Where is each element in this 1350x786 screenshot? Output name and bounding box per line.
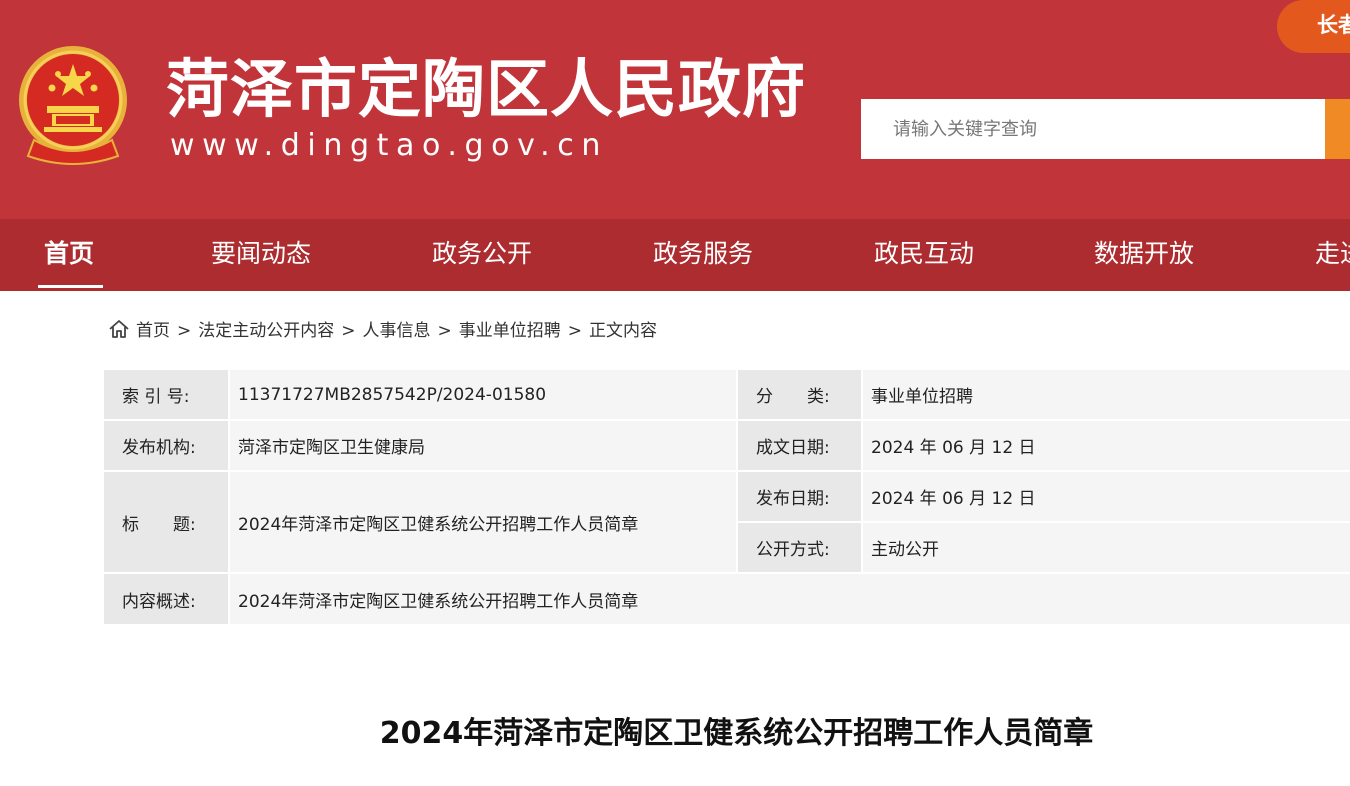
- home-icon: [109, 320, 129, 338]
- disclosure-method-value: 主动公开: [863, 523, 1350, 572]
- elder-mode-button[interactable]: 长者: [1277, 0, 1350, 53]
- breadcrumb-home[interactable]: 首页: [136, 321, 170, 341]
- article-title: 2024年菏泽市定陶区卫健系统公开招聘工作人员简章: [379, 716, 1094, 751]
- category-label: 分 类:: [738, 370, 861, 419]
- nav-item-interaction[interactable]: 政民互动: [874, 219, 974, 291]
- breadcrumb-separator: >: [437, 321, 452, 341]
- breadcrumb: 首页 > 法定主动公开内容 > 人事信息 > 事业单位招聘 > 正文内容: [108, 316, 657, 346]
- publish-date-value: 2024 年 06 月 12 日: [863, 472, 1350, 521]
- nav-item-news[interactable]: 要闻动态: [211, 219, 311, 291]
- breadcrumb-personnel-info[interactable]: 人事信息: [363, 321, 431, 341]
- summary-value: 2024年菏泽市定陶区卫健系统公开招聘工作人员简章: [230, 574, 1350, 624]
- nav-item-gov-services[interactable]: 政务服务: [653, 219, 753, 291]
- title-label: 标 题:: [104, 472, 228, 572]
- nav-item-home[interactable]: 首页: [44, 219, 94, 291]
- breadcrumb-public-institution-recruitment[interactable]: 事业单位招聘: [459, 321, 561, 341]
- nav-item-open-data[interactable]: 数据开放: [1094, 219, 1194, 291]
- summary-label: 内容概述:: [104, 574, 228, 624]
- breadcrumb-separator: >: [567, 321, 582, 341]
- publisher-value: 菏泽市定陶区卫生健康局: [230, 421, 736, 470]
- national-emblem-icon[interactable]: [14, 44, 132, 168]
- breadcrumb-separator: >: [341, 321, 356, 341]
- publish-date-label: 发布日期:: [738, 472, 861, 521]
- nav-item-about[interactable]: 走进: [1315, 219, 1350, 291]
- main-nav: 首页 要闻动态 政务公开 政务服务 政民互动 数据开放 走进: [0, 219, 1350, 291]
- search-input[interactable]: [861, 99, 1325, 159]
- site-name[interactable]: 菏泽市定陶区人民政府: [166, 50, 806, 130]
- site-url: www.dingtao.gov.cn: [170, 128, 609, 163]
- publisher-label: 发布机构:: [104, 421, 228, 470]
- category-value: 事业单位招聘: [863, 370, 1350, 419]
- nav-item-gov-affairs-open[interactable]: 政务公开: [432, 219, 532, 291]
- index-number-value: 11371727MB2857542P/2024-01580: [230, 370, 736, 419]
- site-header: 菏泽市定陶区人民政府 www.dingtao.gov.cn 长者: [0, 0, 1350, 219]
- title-value: 2024年菏泽市定陶区卫健系统公开招聘工作人员简章: [230, 472, 736, 572]
- breadcrumb-separator: >: [177, 321, 192, 341]
- search-button[interactable]: [1325, 99, 1350, 159]
- index-number-label: 索 引 号:: [104, 370, 228, 419]
- disclosure-method-label: 公开方式:: [738, 523, 861, 572]
- breadcrumb-statutory-disclosure[interactable]: 法定主动公开内容: [198, 321, 334, 341]
- written-date-value: 2024 年 06 月 12 日: [863, 421, 1350, 470]
- breadcrumb-current: 正文内容: [589, 321, 657, 341]
- info-table: 索 引 号: 11371727MB2857542P/2024-01580 分 类…: [104, 370, 1350, 624]
- nav-active-indicator: [38, 285, 103, 288]
- written-date-label: 成文日期:: [738, 421, 861, 470]
